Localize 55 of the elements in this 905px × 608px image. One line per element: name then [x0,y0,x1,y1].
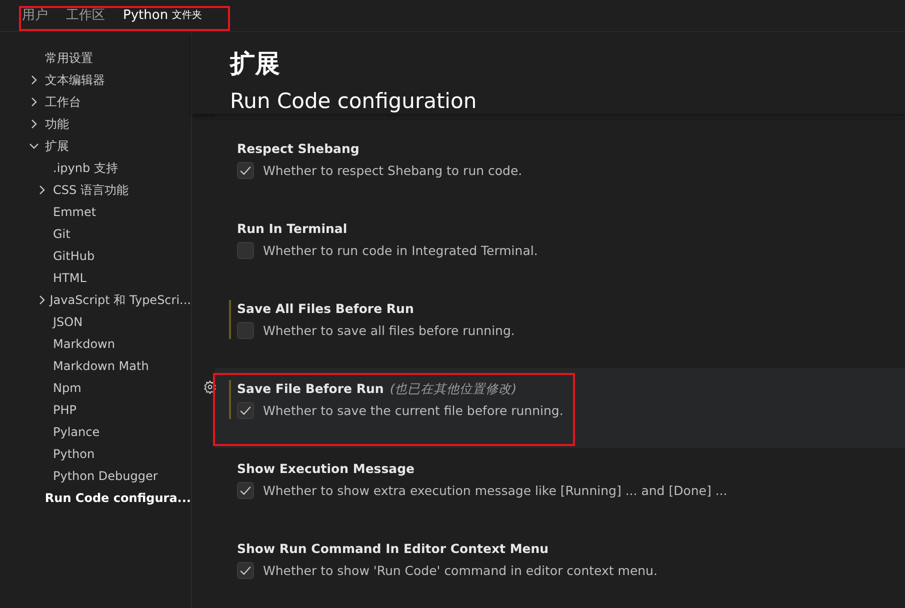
setting-description: Whether to respect Shebang to run code. [263,163,522,178]
setting-title: Show Run Command In Editor Context Menu [237,540,550,558]
setting-description: Whether to show extra execution message like [Running] ... and [Done] ... [263,483,728,498]
check-icon [239,564,252,577]
setting-title: Save File Before Run (也已在其他位置修改) [237,380,518,398]
sidebar-item[interactable]: HTML [0,267,191,289]
sidebar-item[interactable]: 工作台 [0,91,191,113]
sidebar-item[interactable]: JSON [0,311,191,333]
checkbox[interactable] [237,402,254,419]
scope-tab[interactable]: 工作区 [66,0,113,31]
chevron-down-icon[interactable] [29,141,39,151]
group-title: Run Code configuration [230,88,478,115]
chevron-right-icon[interactable] [37,295,47,305]
sidebar-item[interactable]: CSS 语言功能 [0,179,191,201]
sidebar-item[interactable]: PHP [0,399,191,421]
sidebar-item[interactable]: Git [0,223,191,245]
setting-description: Whether to save the current file before running. [263,403,564,418]
sidebar-item[interactable]: Python [0,443,191,465]
sidebar-item[interactable]: 功能 [0,113,191,135]
check-icon [239,164,252,177]
sidebar-item[interactable]: JavaScript 和 TypeScri... [0,289,191,311]
sidebar-item[interactable]: .ipynb 支持 [0,157,191,179]
checkbox[interactable] [237,322,254,339]
settings-icon[interactable] [203,380,217,394]
sidebar-item[interactable]: Pylance [0,421,191,443]
sidebar-item[interactable]: Python Debugger [0,465,191,487]
scope-tab[interactable]: Python 文件夹 [123,0,210,31]
chevron-right-icon[interactable] [37,185,47,195]
sidebar-item[interactable]: 扩展 [0,135,191,157]
chevron-right-icon[interactable] [29,97,39,107]
sidebar-item[interactable]: Npm [0,377,191,399]
scope-tab[interactable]: 用户 [22,0,56,31]
sidebar-item[interactable]: 文本编辑器 [0,69,191,91]
sidebar-item[interactable]: Markdown Math [0,355,191,377]
chevron-right-icon[interactable] [29,75,39,85]
sidebar-item[interactable]: GitHub [0,245,191,267]
setting-title: Run In Terminal [237,220,348,238]
checkbox[interactable] [237,562,254,579]
setting-title: Respect Shebang [237,140,360,158]
setting-description: Whether to run code in Integrated Terminal. [263,243,538,258]
sidebar-item[interactable]: Run Code configura... [0,487,191,509]
checkbox[interactable] [237,242,254,259]
section-title: 扩展 [230,48,281,80]
setting-description: Whether to show 'Run Code' command in editor context menu. [263,563,658,578]
setting-description: Whether to save all files before running. [263,323,515,338]
sidebar-item[interactable]: 常用设置 [0,47,191,69]
checkbox[interactable] [237,162,254,179]
sidebar-item[interactable]: Markdown [0,333,191,355]
sidebar-item[interactable]: Emmet [0,201,191,223]
setting-title: Save All Files Before Run [237,300,415,318]
check-icon [239,404,252,417]
check-icon [239,484,252,497]
setting-title: Show Execution Message [237,460,416,478]
checkbox[interactable] [237,482,254,499]
chevron-right-icon[interactable] [29,119,39,129]
